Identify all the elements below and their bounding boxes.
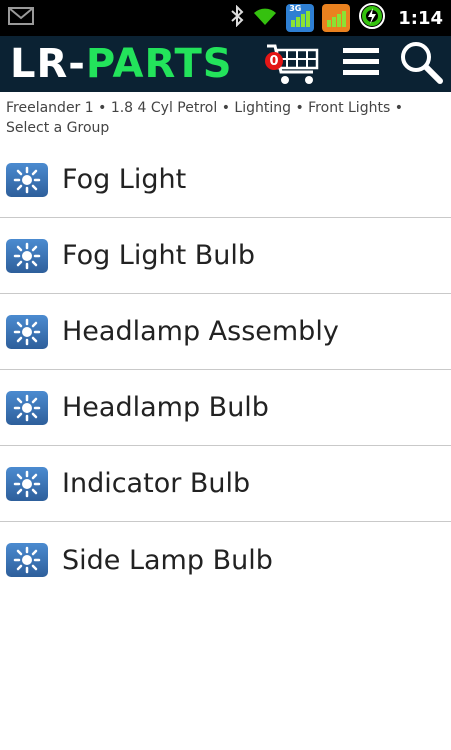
clock: 1:14 — [398, 7, 443, 29]
group-list: Fog Light Fog Light Bulb Headlamp Assemb… — [0, 142, 451, 598]
signal-3g-icon: 3G — [286, 4, 315, 32]
group-item-headlamp-assembly[interactable]: Headlamp Assembly — [0, 294, 451, 370]
group-item-indicator-bulb[interactable]: Indicator Bulb — [0, 446, 451, 522]
group-label: Fog Light Bulb — [62, 240, 256, 271]
group-item-fog-light[interactable]: Fog Light — [0, 142, 451, 218]
bluetooth-icon — [230, 4, 244, 31]
light-icon — [6, 543, 48, 577]
light-icon — [6, 466, 48, 501]
group-label: Headlamp Bulb — [62, 392, 269, 423]
cart-button[interactable]: 0 — [263, 40, 323, 88]
breadcrumb: Freelander 1 • 1.8 4 Cyl Petrol • Lighti… — [6, 100, 403, 136]
cart-count-badge: 0 — [265, 52, 283, 70]
logo-parts: PARTS — [85, 41, 233, 87]
light-icon — [6, 238, 48, 273]
cart-icon — [263, 44, 323, 92]
search-icon[interactable] — [399, 40, 443, 88]
app-header: LR-PARTS 0 — [0, 36, 451, 92]
lr-parts-logo[interactable]: LR-PARTS — [10, 41, 233, 87]
group-label: Fog Light — [62, 164, 187, 195]
group-label: Headlamp Assembly — [62, 316, 339, 347]
status-bar: 3G 1:14 — [0, 0, 451, 36]
group-label: Side Lamp Bulb — [62, 544, 273, 576]
menu-icon[interactable] — [341, 44, 381, 84]
light-icon — [6, 314, 48, 349]
group-item-fog-light-bulb[interactable]: Fog Light Bulb — [0, 218, 451, 294]
group-item-headlamp-bulb[interactable]: Headlamp Bulb — [0, 370, 451, 446]
light-icon — [6, 162, 48, 197]
group-item-side-lamp-bulb[interactable]: Side Lamp Bulb — [0, 522, 451, 598]
signal-icon — [322, 4, 351, 32]
gmail-icon — [8, 6, 34, 30]
wifi-icon — [252, 5, 278, 31]
group-label: Indicator Bulb — [62, 468, 251, 499]
logo-lr: LR- — [10, 41, 86, 87]
network-type-label: 3G — [289, 4, 302, 13]
battery-charging-icon — [358, 2, 386, 34]
light-icon — [6, 390, 48, 425]
